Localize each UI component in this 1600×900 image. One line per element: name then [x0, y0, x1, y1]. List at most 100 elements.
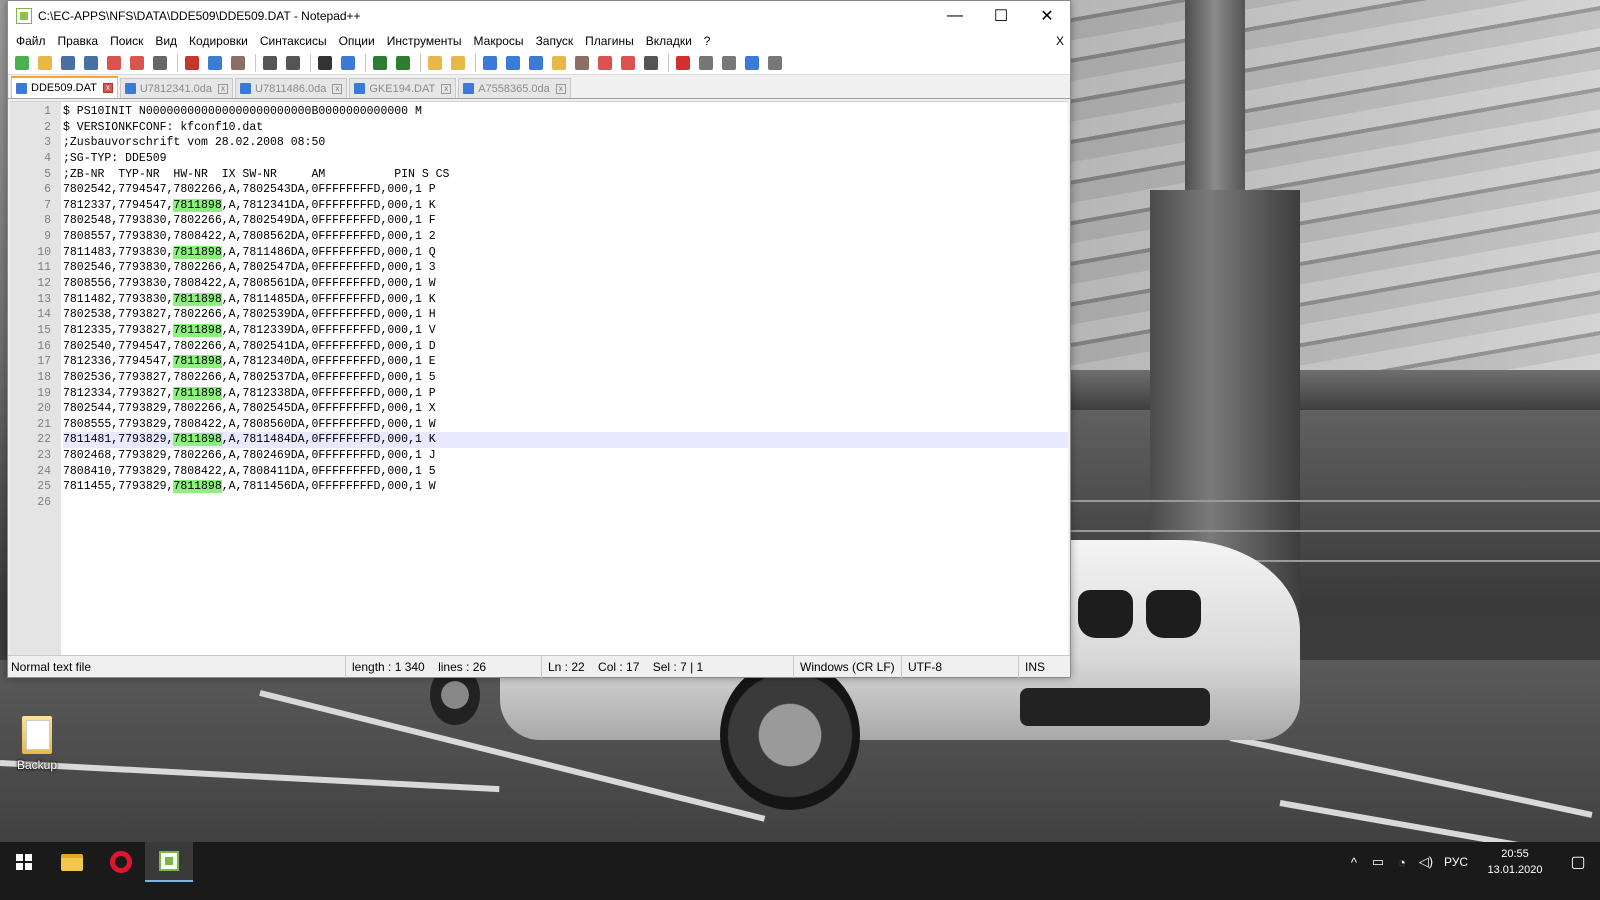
taskbar-file-explorer[interactable] [48, 842, 96, 882]
menu-view[interactable]: Вид [149, 34, 183, 48]
document-map-icon[interactable] [572, 54, 592, 72]
run-macro-multiple-icon[interactable] [742, 54, 762, 72]
status-encoding[interactable]: UTF-8 [902, 655, 1019, 678]
word-wrap-icon[interactable] [480, 54, 500, 72]
menu-edit[interactable]: Правка [52, 34, 105, 48]
maximize-button[interactable]: ☐ [978, 1, 1024, 31]
tab-a7558365[interactable]: A7558365.0da x [458, 78, 571, 98]
menu-window[interactable]: Вкладки [640, 34, 698, 48]
code-line[interactable]: $ VERSIONKFCONF: kfconf10.dat [63, 120, 1068, 136]
menu-tools[interactable]: Инструменты [381, 34, 468, 48]
cut-icon[interactable] [182, 54, 202, 72]
code-line[interactable]: 7808410,7793829,7808422,A,7808411DA,0FFF… [63, 464, 1068, 480]
code-line[interactable]: 7802548,7793830,7802266,A,7802549DA,0FFF… [63, 213, 1068, 229]
tab-gke194[interactable]: GKE194.DAT x [349, 78, 457, 98]
replace-icon[interactable] [338, 54, 358, 72]
tab-close-icon[interactable]: x [441, 83, 452, 94]
code-line[interactable] [63, 495, 1068, 511]
zoom-out-icon[interactable] [393, 54, 413, 72]
code-line[interactable]: 7802468,7793829,7802266,A,7802469DA,0FFF… [63, 448, 1068, 464]
undo-icon[interactable] [260, 54, 280, 72]
monitoring-icon[interactable] [641, 54, 661, 72]
show-all-chars-icon[interactable] [503, 54, 523, 72]
minimize-button[interactable]: — [932, 1, 978, 31]
title-bar[interactable]: C:\EC-APPS\NFS\DATA\DDE509\DDE509.DAT - … [8, 1, 1070, 31]
tab-u7811486[interactable]: U7811486.0da x [235, 78, 348, 98]
code-line[interactable]: 7811482,7793830,7811898,A,7811485DA,0FFF… [63, 292, 1068, 308]
tab-close-icon[interactable]: x [332, 83, 343, 94]
code-line[interactable]: ;ZB-NR TYP-NR HW-NR IX SW-NR AM PIN S CS [63, 167, 1068, 183]
tab-close-icon[interactable]: x [102, 83, 113, 93]
tab-dde509-dat[interactable]: DDE509.DAT x [11, 76, 118, 98]
close-button[interactable]: ✕ [1024, 1, 1070, 31]
desktop-icon-backup[interactable]: Backup [14, 716, 60, 772]
menu-search[interactable]: Поиск [104, 34, 149, 48]
notification-icon[interactable]: ▢ [1556, 852, 1600, 872]
zoom-in-icon[interactable] [370, 54, 390, 72]
stop-macro-icon[interactable] [696, 54, 716, 72]
function-list-icon[interactable] [595, 54, 615, 72]
language-indicator[interactable]: РУС [1444, 855, 1468, 869]
close-document-button[interactable]: X [1056, 34, 1064, 48]
record-macro-icon[interactable] [673, 54, 693, 72]
close-all-icon[interactable] [127, 54, 147, 72]
code-line[interactable]: 7802544,7793829,7802266,A,7802545DA,0FFF… [63, 401, 1068, 417]
menu-macro[interactable]: Макросы [468, 34, 530, 48]
user-language-icon[interactable] [549, 54, 569, 72]
code-line[interactable]: 7808555,7793829,7808422,A,7808560DA,0FFF… [63, 417, 1068, 433]
code-line[interactable]: ;SG-TYP: DDE509 [63, 151, 1068, 167]
menu-run[interactable]: Запуск [530, 34, 580, 48]
code-area[interactable]: $ PS10INIT N000000000000000000000000B000… [61, 102, 1068, 655]
indent-guide-icon[interactable] [526, 54, 546, 72]
status-eol[interactable]: Windows (CR LF) [794, 655, 902, 678]
menu-encoding[interactable]: Кодировки [183, 34, 254, 48]
status-mode[interactable]: INS [1019, 656, 1067, 678]
code-line[interactable]: 7808557,7793830,7808422,A,7808562DA,0FFF… [63, 229, 1068, 245]
sync-vertical-icon[interactable] [425, 54, 445, 72]
save-all-icon[interactable] [81, 54, 101, 72]
code-line[interactable]: 7802538,7793827,7802266,A,7802539DA,0FFF… [63, 307, 1068, 323]
code-line[interactable]: 7802542,7794547,7802266,A,7802543DA,0FFF… [63, 182, 1068, 198]
tab-close-icon[interactable]: x [218, 83, 229, 94]
print-icon[interactable] [150, 54, 170, 72]
clock[interactable]: 20:55 13.01.2020 [1474, 846, 1556, 878]
start-button[interactable] [0, 842, 48, 882]
find-icon[interactable] [315, 54, 335, 72]
menu-settings[interactable]: Опции [333, 34, 381, 48]
save-icon[interactable] [58, 54, 78, 72]
taskbar-opera[interactable] [97, 842, 145, 882]
code-line[interactable]: 7812334,7793827,7811898,A,7812338DA,0FFF… [63, 386, 1068, 402]
menu-language[interactable]: Синтаксисы [254, 34, 333, 48]
code-line[interactable]: 7802546,7793830,7802266,A,7802547DA,0FFF… [63, 260, 1068, 276]
code-line[interactable]: 7812336,7794547,7811898,A,7812340DA,0FFF… [63, 354, 1068, 370]
sync-horizontal-icon[interactable] [448, 54, 468, 72]
menu-help[interactable]: ? [698, 34, 717, 48]
battery-icon[interactable]: ▭ [1366, 854, 1390, 870]
tab-u7812341[interactable]: U7812341.0da x [119, 78, 234, 98]
close-file-icon[interactable] [104, 54, 124, 72]
code-line[interactable]: 7802540,7794547,7802266,A,7802541DA,0FFF… [63, 339, 1068, 355]
folder-workspace-icon[interactable] [618, 54, 638, 72]
tab-close-icon[interactable]: x [555, 83, 566, 94]
chevron-up-icon[interactable]: ^ [1342, 855, 1366, 870]
code-line[interactable]: 7802536,7793827,7802266,A,7802537DA,0FFF… [63, 370, 1068, 386]
code-line[interactable]: 7812335,7793827,7811898,A,7812339DA,0FFF… [63, 323, 1068, 339]
code-line[interactable]: $ PS10INIT N000000000000000000000000B000… [63, 104, 1068, 120]
new-file-icon[interactable] [12, 54, 32, 72]
paste-icon[interactable] [228, 54, 248, 72]
redo-icon[interactable] [283, 54, 303, 72]
code-line[interactable]: 7811481,7793829,7811898,A,7811484DA,0FFF… [63, 432, 1068, 449]
code-line[interactable]: 7812337,7794547,7811898,A,7812341DA,0FFF… [63, 198, 1068, 214]
play-macro-icon[interactable] [719, 54, 739, 72]
code-line[interactable]: 7811483,7793830,7811898,A,7811486DA,0FFF… [63, 245, 1068, 261]
text-editor[interactable]: 1 2 3 4 5 6 7 8 9 10 11 12 13 14 15 16 17 18 19 20 21 22 23 24 2… [10, 101, 1068, 655]
menu-plugins[interactable]: Плагины [579, 34, 640, 48]
code-line[interactable]: ;Zusbauvorschrift vom 28.02.2008 08:50 [63, 135, 1068, 151]
copy-icon[interactable] [205, 54, 225, 72]
open-file-icon[interactable] [35, 54, 55, 72]
wifi-icon[interactable]: ◔ [1390, 855, 1414, 870]
volume-icon[interactable]: ◁) [1414, 854, 1438, 870]
save-macro-icon[interactable] [765, 54, 785, 72]
taskbar-notepad-plus-plus[interactable] [145, 842, 193, 882]
menu-file[interactable]: Файл [10, 34, 52, 48]
